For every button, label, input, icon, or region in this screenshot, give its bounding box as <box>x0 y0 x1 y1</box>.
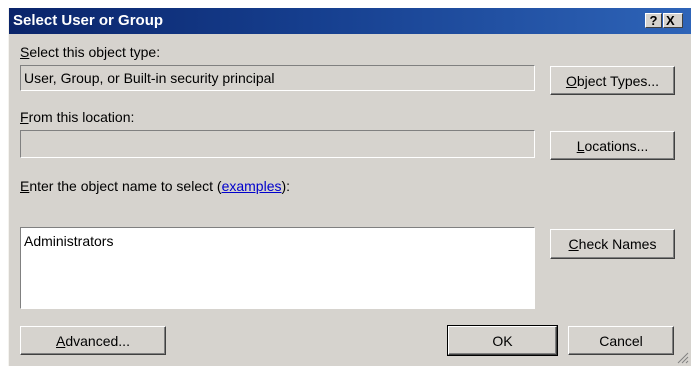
location-field <box>20 130 535 158</box>
select-user-or-group-dialog: Select User or Group ? X Select this obj… <box>8 8 691 366</box>
cancel-button[interactable]: Cancel <box>568 326 674 355</box>
examples-link[interactable]: examples <box>222 178 282 194</box>
object-types-button[interactable]: Object Types... <box>550 66 675 95</box>
advanced-button[interactable]: Advanced... <box>20 326 166 355</box>
resize-grip-icon[interactable] <box>676 351 689 364</box>
title-bar[interactable]: Select User or Group ? X <box>9 8 691 34</box>
locations-button[interactable]: Locations... <box>550 131 675 160</box>
window-title: Select User or Group <box>13 12 164 29</box>
location-label: From this location: <box>20 109 135 125</box>
close-icon[interactable]: X <box>663 13 683 28</box>
help-icon[interactable]: ? <box>645 13 662 28</box>
object-name-input[interactable]: Administrators <box>20 227 535 309</box>
object-name-label: Enter the object name to select (example… <box>20 178 291 194</box>
object-type-label: Select this object type: <box>20 44 161 60</box>
object-type-field: User, Group, or Built-in security princi… <box>20 65 535 91</box>
ok-button[interactable]: OK <box>447 325 558 356</box>
check-names-button[interactable]: Check Names <box>550 229 675 259</box>
